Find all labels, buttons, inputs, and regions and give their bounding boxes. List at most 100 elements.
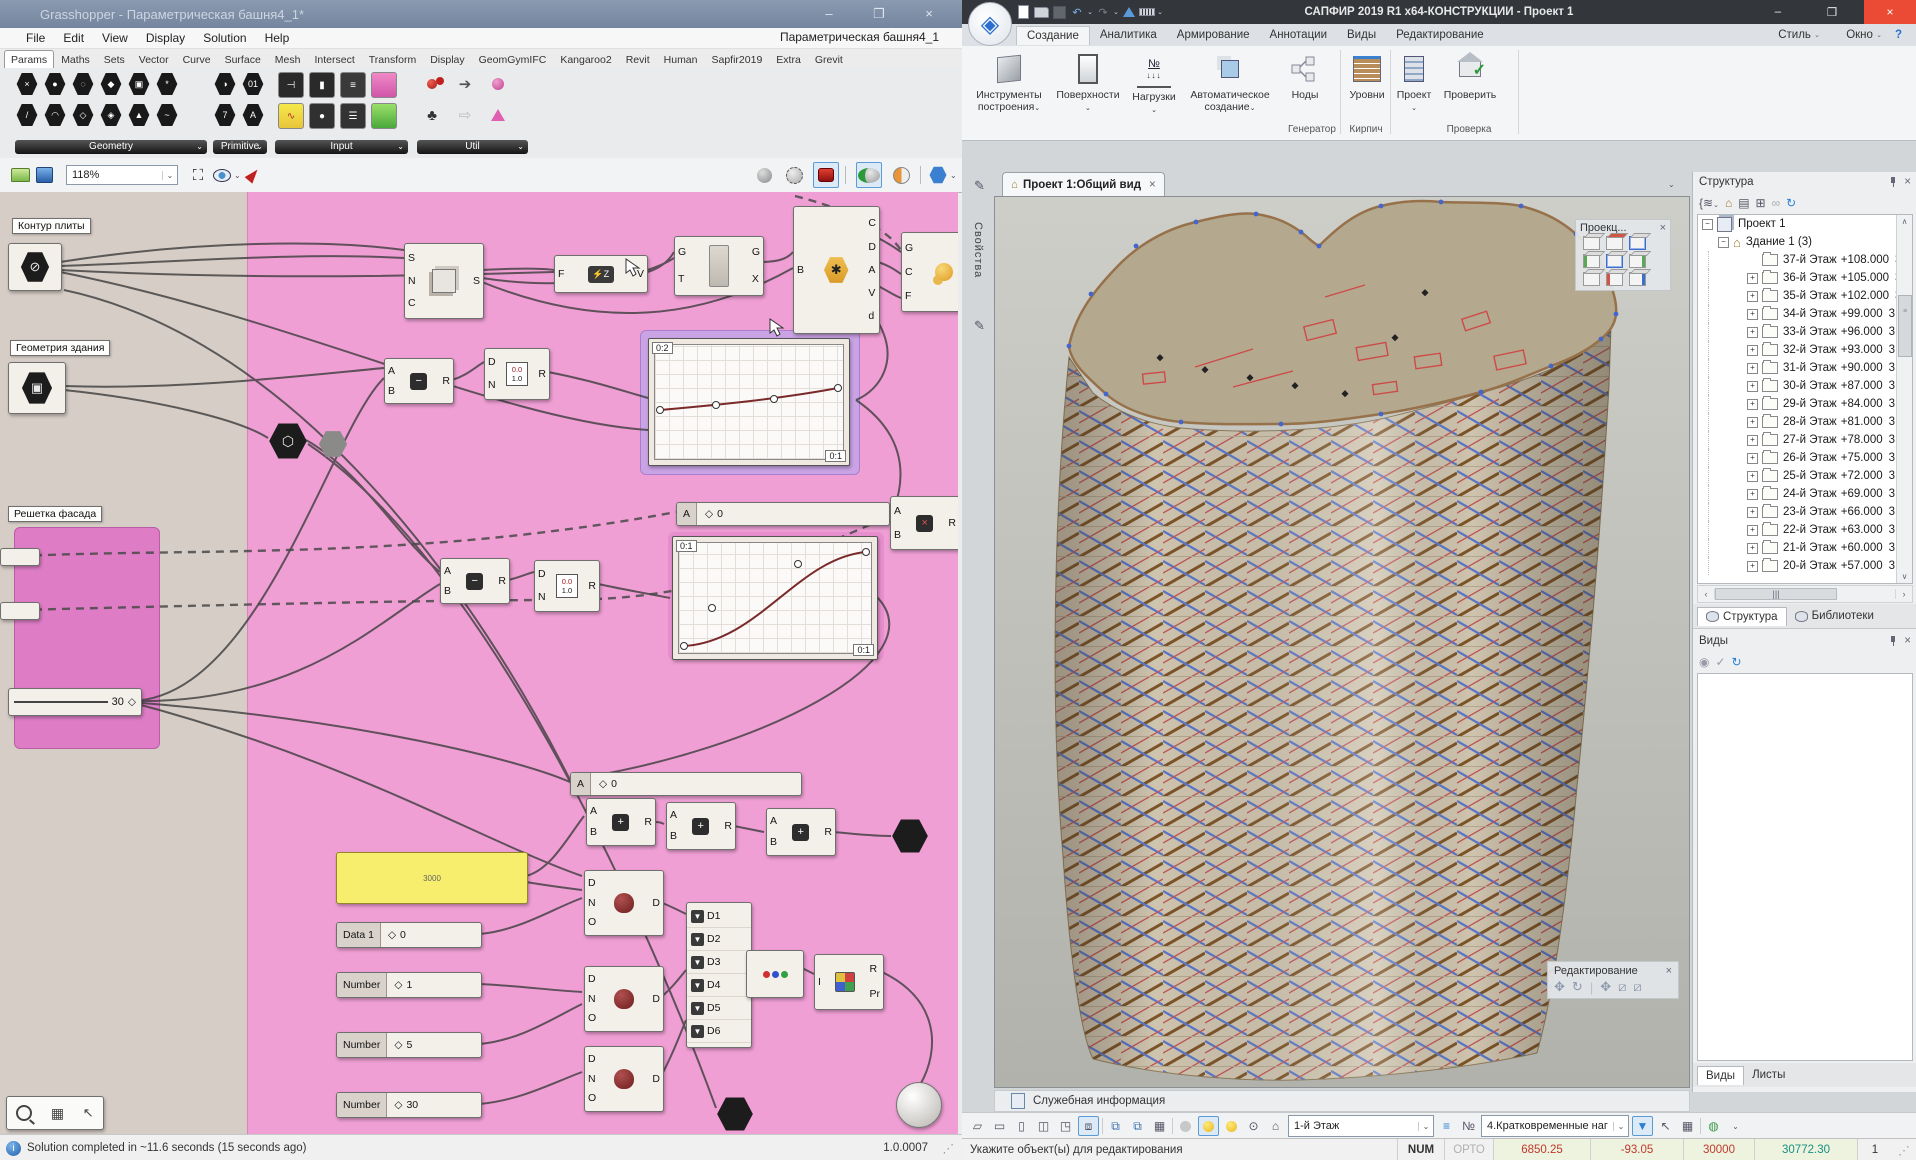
gh-deconstruct-node[interactable]: B ✱ CDAVd (793, 206, 880, 334)
sp-minimize-button[interactable]: – (1756, 6, 1800, 18)
ortho-indicator[interactable]: ОРТО (1444, 1139, 1493, 1160)
gh-category-tab[interactable]: Grevit (808, 50, 850, 68)
views-tab[interactable]: Виды (1697, 1066, 1744, 1085)
preview-eye-icon[interactable] (210, 163, 234, 187)
gh-graph-mapper-1[interactable]: 0:2 0:1 (648, 338, 850, 466)
redo-icon[interactable]: ↷ (1094, 4, 1112, 20)
expand-icon[interactable]: + (1747, 507, 1758, 518)
gh-range-node[interactable]: DNO D (584, 966, 664, 1032)
sp-ribbon-tab[interactable]: Аннотации (1260, 26, 1337, 44)
gh-param-icon[interactable]: ▲ (128, 103, 150, 127)
apply-check-icon[interactable]: ✓ (1715, 655, 1725, 669)
style-menu[interactable]: Стиль ⌄ (1778, 29, 1820, 41)
section-box-icon-1[interactable]: ▱ (968, 1117, 987, 1135)
gh-menu-item[interactable]: Help (256, 31, 299, 45)
expand-icon[interactable]: + (1747, 525, 1758, 536)
gh-list-item[interactable]: ▼D4 (687, 974, 751, 997)
flatten-arrow-icon[interactable]: ⇨ (453, 103, 477, 127)
load-case-combo[interactable]: 4.Кратковременные наг⌄ (1481, 1115, 1629, 1137)
sp-titlebar[interactable]: ↶ ⌄ ↷ ⌄ ⌄ САПФИР 2019 R1 x64-КОНСТРУКЦИИ… (962, 0, 1916, 24)
save-file-icon[interactable] (32, 163, 56, 187)
gh-addition-node[interactable]: AB + R (586, 798, 656, 846)
gh-node-curve-param[interactable]: ⊘ (8, 243, 62, 291)
bulb-off-icon[interactable] (1176, 1117, 1195, 1135)
doc-tab-close-icon[interactable]: × (1149, 179, 1156, 191)
expand-icon[interactable]: + (1747, 327, 1758, 338)
gh-category-tab[interactable]: Extra (769, 50, 808, 68)
gh-param-icon[interactable]: ● (44, 72, 66, 96)
flask-icon[interactable] (486, 103, 510, 127)
gh-category-tab[interactable]: Curve (176, 50, 218, 68)
tree-row-building[interactable]: − ⌂ Здание 1 (3) (1698, 233, 1912, 251)
panel-icon[interactable]: ≡ (340, 72, 366, 98)
gh-category-tab[interactable]: Human (657, 50, 705, 68)
rotate-icon[interactable]: ↻ (1572, 979, 1583, 995)
gh-slider-node[interactable]: 30 ◇ (8, 688, 142, 716)
window-menu[interactable]: Окно ⌄ (1846, 29, 1882, 41)
copy-move-icon[interactable]: ✥ (1600, 979, 1611, 995)
sp-ribbon-tab[interactable]: Редактирование (1386, 26, 1494, 44)
build-tools-button[interactable]: Инструменты построения⌄ (966, 52, 1052, 113)
hscroll-thumb[interactable]: ||| (1715, 588, 1837, 600)
gh-param-icon[interactable]: ▣ (128, 72, 150, 96)
expand-icon[interactable]: + (1747, 309, 1758, 320)
jellyfish-icon[interactable] (486, 72, 510, 96)
editing-panel-close-icon[interactable]: × (1666, 965, 1672, 977)
globe-icon[interactable]: ◍ (1704, 1117, 1723, 1135)
gh-cluster-node[interactable]: SNC S (404, 243, 484, 319)
binoculars-icon[interactable]: ∞ (1772, 196, 1781, 210)
expand-icon[interactable]: + (1747, 363, 1758, 374)
zoom-level-combo[interactable]: 118%⌄ (66, 165, 178, 185)
pointer-widget-icon[interactable]: ↖ (83, 1105, 94, 1121)
tree-row-floor[interactable]: + 26-й Этаж+75.0003. (1708, 449, 1912, 467)
gh-number-node[interactable]: Number ◇1 (336, 972, 482, 998)
gh-cull-node[interactable]: AB × R (890, 496, 958, 550)
tree-row-floor[interactable]: + 31-й Этаж+90.0003. (1708, 359, 1912, 377)
hscroll-right-icon[interactable]: › (1895, 589, 1912, 599)
gh-remap-node-2[interactable]: DN 0.01.0 R (534, 560, 600, 612)
dock-tab[interactable]: Библиотеки (1787, 607, 1882, 625)
tree-row-floor[interactable]: + 23-й Этаж+66.0003. (1708, 503, 1912, 521)
gh-panel-node[interactable]: 3000 (336, 852, 528, 904)
list-icon[interactable]: ☰ (340, 103, 366, 129)
magnifier-icon[interactable] (16, 1105, 32, 1121)
structure-close-icon[interactable]: × (1904, 176, 1911, 188)
gh-menu-item[interactable]: File (17, 31, 54, 45)
gh-category-tab[interactable]: Sets (97, 50, 132, 68)
tree-icon[interactable]: ♣ (420, 103, 444, 127)
gh-minimize-button[interactable]: – (814, 5, 844, 23)
tree-row-floor[interactable]: + 28-й Этаж+81.0003. (1708, 413, 1912, 431)
paint-brush-icon[interactable] (241, 163, 265, 187)
graph-mapper-icon[interactable]: ∿ (278, 103, 304, 129)
preview-caret-icon[interactable]: ⌄ (950, 171, 957, 180)
gh-category-tab[interactable]: Maths (54, 50, 97, 68)
view-cube-back-icon[interactable] (1606, 272, 1623, 286)
filter-funnel-icon[interactable]: ▼ (1632, 1116, 1653, 1136)
gh-range-node[interactable]: DNO D (584, 1046, 664, 1112)
gh-spray-node[interactable] (746, 950, 804, 998)
scroll-up-icon[interactable]: ∧ (1897, 215, 1912, 226)
tree-row-floor[interactable]: + 33-й Этаж+96.0003. (1708, 323, 1912, 341)
gh-param-icon[interactable]: 7 (214, 103, 236, 127)
gh-param-icon[interactable]: 01 (242, 72, 264, 96)
gh-category-tab[interactable]: Mesh (268, 50, 308, 68)
load-number-icon[interactable]: № (1459, 1117, 1478, 1135)
sp-document-tab[interactable]: ⌂ Проект 1:Общий вид × (1002, 172, 1165, 197)
gh-param-icon[interactable]: * (156, 72, 178, 96)
service-info-bar[interactable]: Служебная информация (994, 1090, 1690, 1112)
sapfir-logo-icon[interactable]: ◈ (968, 2, 1012, 46)
view-cube-select-icon[interactable] (1583, 272, 1600, 286)
gh-merge-list-node[interactable]: ▼D1▼D2▼D3▼D4▼D5▼D6 (686, 902, 752, 1048)
open-file-icon[interactable] (1032, 4, 1050, 20)
gh-maximize-button[interactable]: ❐ (864, 5, 894, 23)
collapse-icon[interactable]: − (1718, 237, 1729, 248)
pin-icon[interactable] (1888, 636, 1898, 646)
gh-list-item[interactable]: ▼D1 (687, 905, 751, 928)
gh-group-label[interactable]: Решетка фасада (8, 506, 102, 522)
help-button[interactable]: ? (1895, 29, 1902, 41)
gh-node-stub[interactable] (0, 602, 40, 620)
add-group-icon[interactable]: ⊞ (1756, 196, 1766, 210)
gh-addition-node[interactable]: AB + R (666, 802, 736, 850)
knob-icon[interactable]: ● (309, 103, 335, 129)
gh-param-icon[interactable]: ◌ (72, 72, 94, 96)
